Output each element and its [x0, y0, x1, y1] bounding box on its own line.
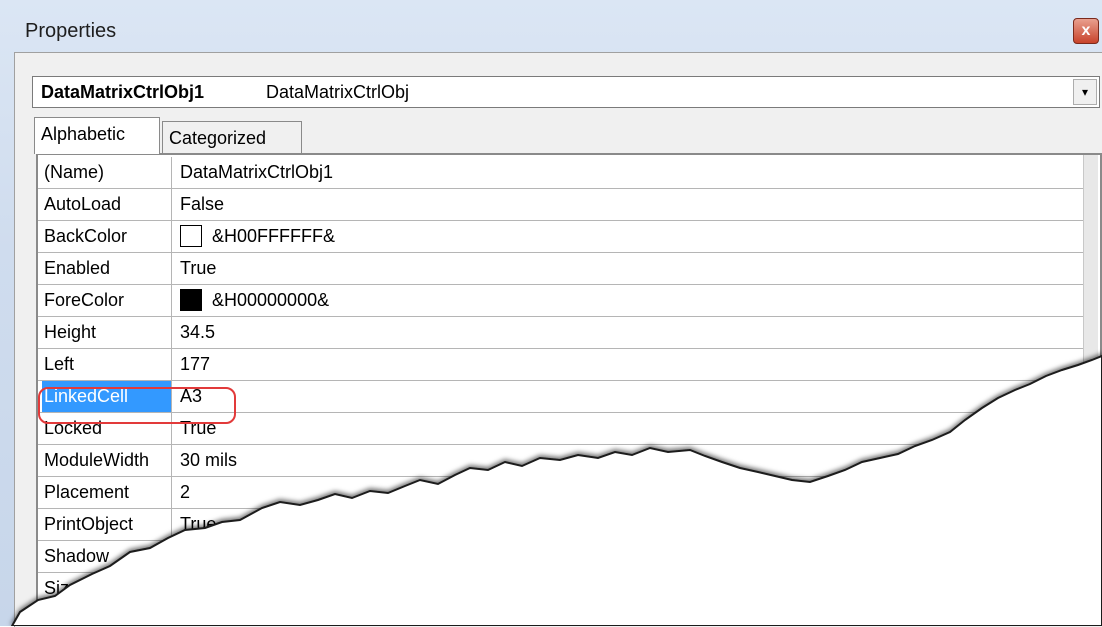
tab-alphabetic[interactable]: Alphabetic — [34, 117, 160, 154]
torn-paper-overlay — [10, 354, 1102, 626]
torn-edge — [10, 354, 1102, 626]
properties-window: Properties x DataMatrixCtrlObj1 DataMatr… — [0, 0, 1102, 627]
